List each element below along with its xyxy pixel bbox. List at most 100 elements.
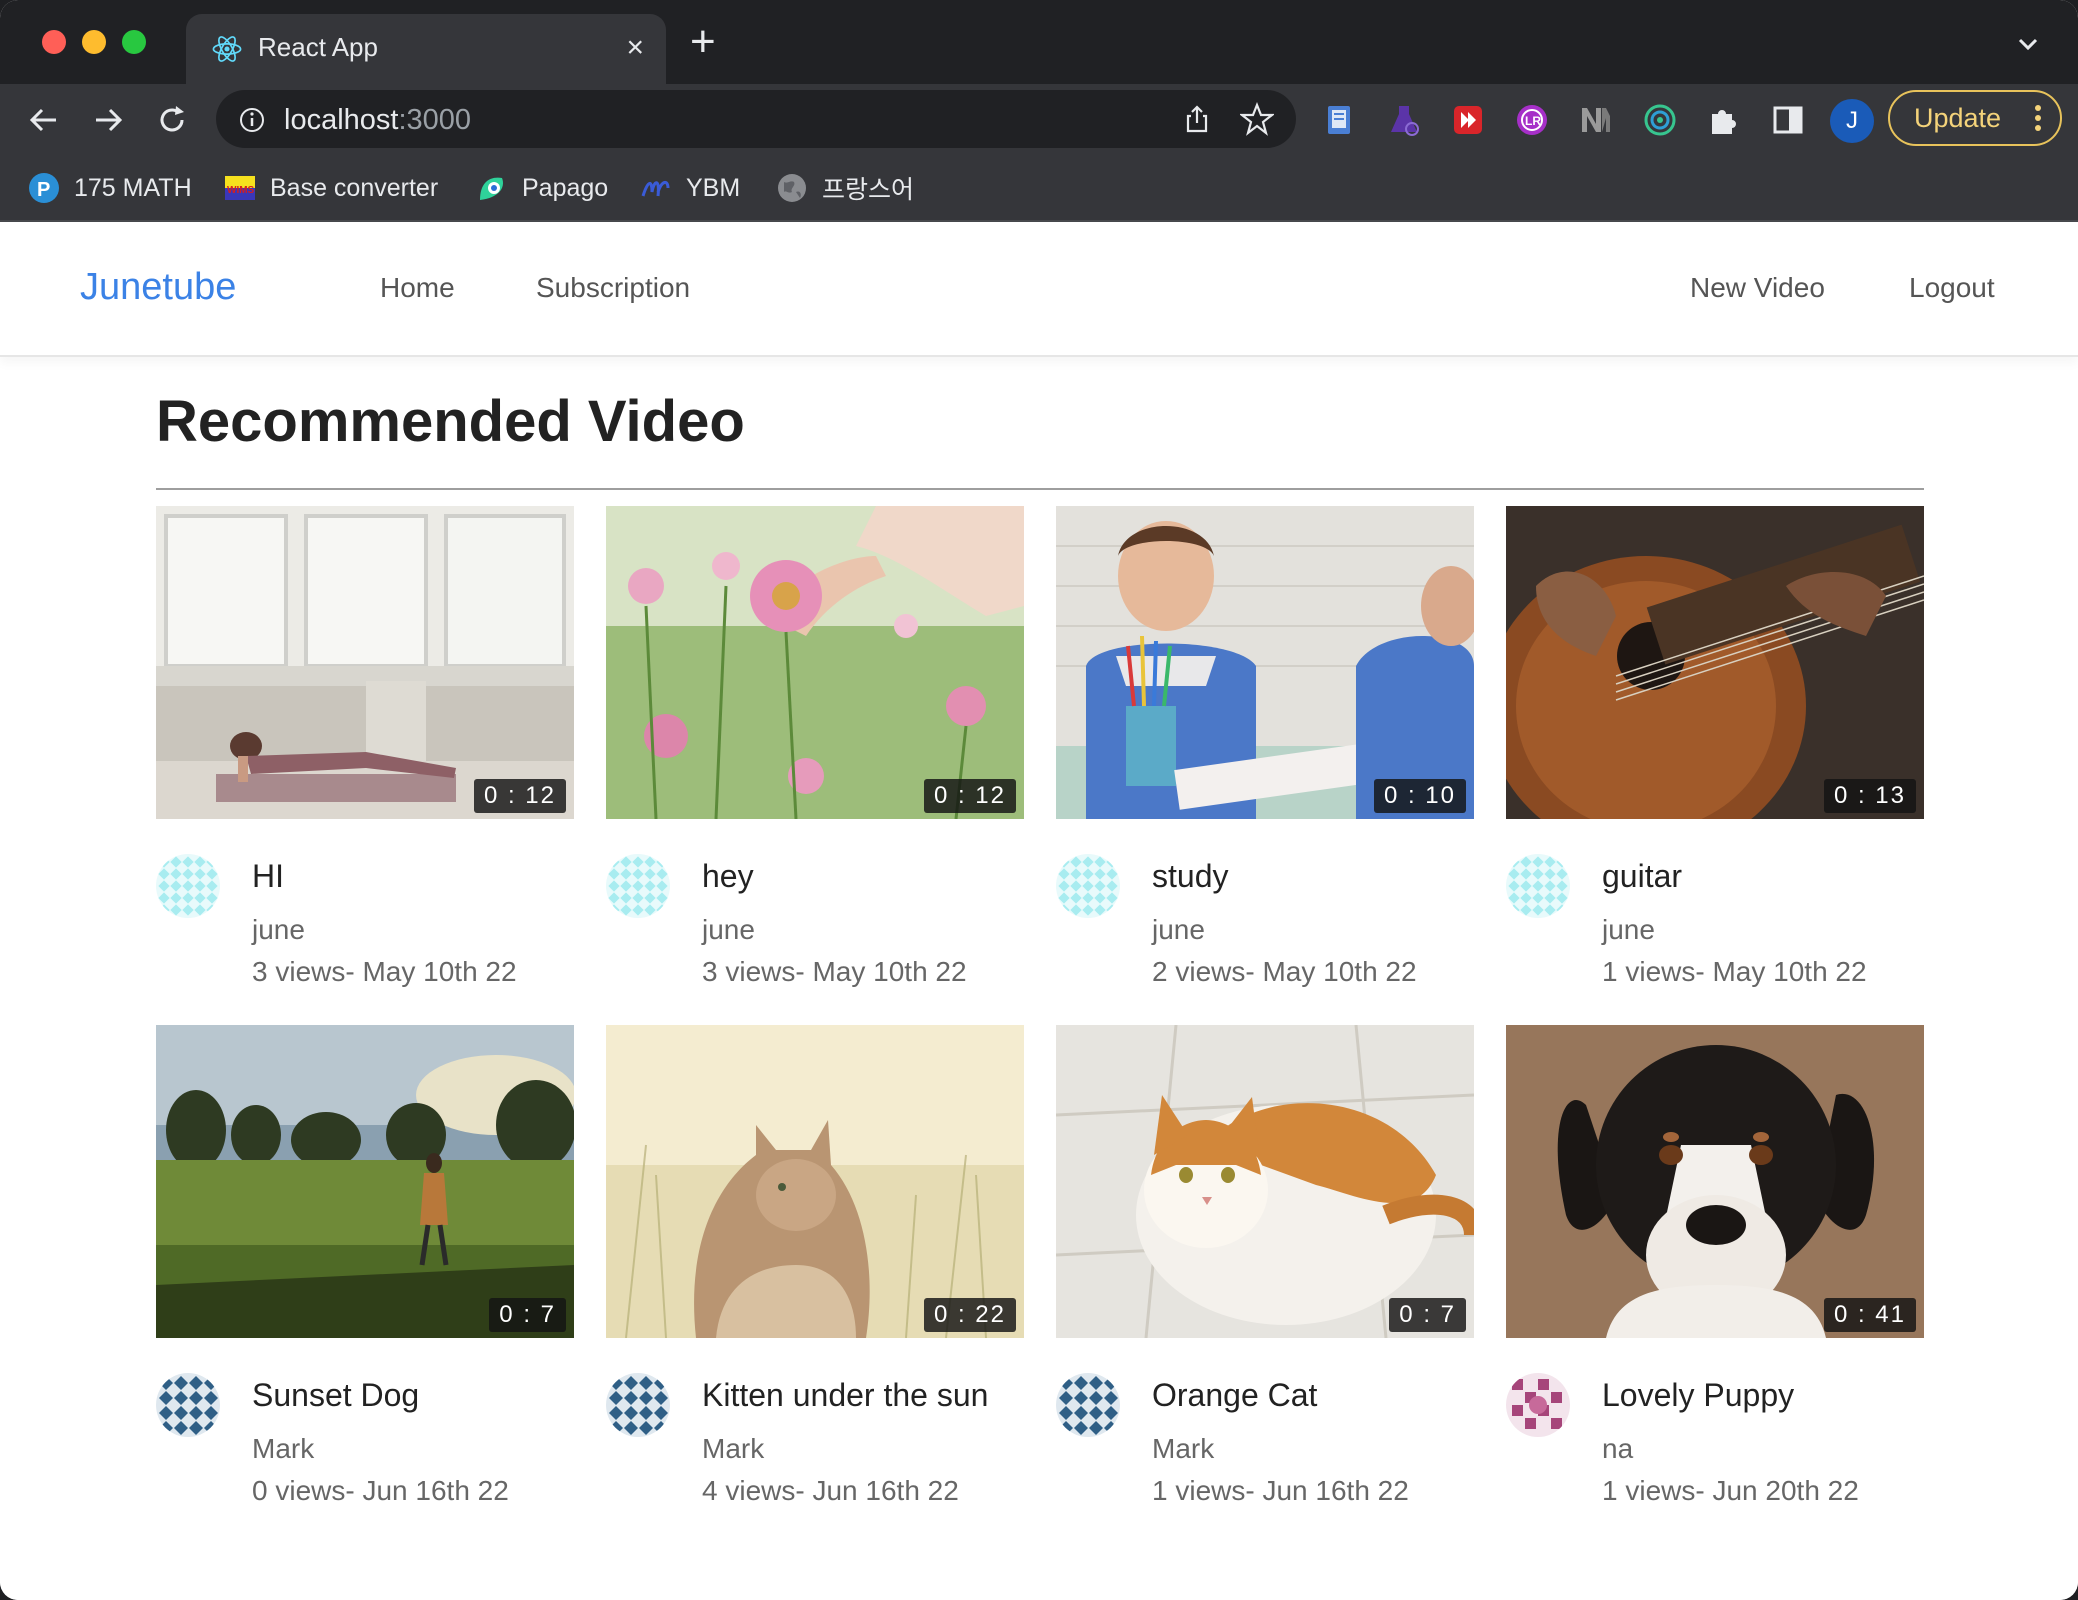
pearson-icon: P (29, 173, 59, 203)
svg-text:WIMS: WIMS (227, 185, 255, 196)
brand-logo[interactable]: Junetube (80, 266, 236, 309)
share-icon[interactable] (1182, 104, 1212, 134)
reader-extension-icon[interactable] (1322, 102, 1358, 138)
video-meta: 1 views- Jun 16th 22 (1152, 1475, 1409, 1507)
video-title[interactable]: HI (252, 858, 284, 895)
video-author[interactable]: june (702, 914, 755, 946)
video-views: 1 views (1602, 956, 1696, 987)
video-title[interactable]: hey (702, 858, 754, 895)
close-window-button[interactable] (42, 30, 66, 54)
redirect-extension-icon[interactable] (1450, 102, 1486, 138)
video-author[interactable]: na (1602, 1433, 1633, 1465)
video-title[interactable]: Kitten under the sun (702, 1377, 988, 1414)
author-avatar[interactable] (1056, 1373, 1120, 1437)
tab-close-icon[interactable]: × (626, 28, 644, 68)
update-button[interactable]: Update (1888, 90, 2062, 146)
duration-badge: 0 : 41 (1823, 1298, 1916, 1332)
video-card[interactable]: 0 : 12 HI june 3 views- May 10th 22 (156, 506, 574, 1006)
bookmark-french[interactable]: 프랑스어 (776, 168, 914, 208)
video-card[interactable]: 0 : 10 study june 2 views- May 10th 22 (1056, 506, 1474, 1006)
bookmark-papago[interactable]: Papago (476, 168, 608, 208)
video-meta: 4 views- Jun 16th 22 (702, 1475, 959, 1507)
nav-home[interactable]: Home (380, 272, 455, 304)
video-meta: 1 views- Jun 20th 22 (1602, 1475, 1859, 1507)
bookmark-label: YBM (686, 173, 741, 202)
video-card[interactable]: 0 : 7 Orange Cat Mark 1 views- Jun 16th 22 (1056, 1025, 1474, 1525)
browser-toolbar: localhost:3000 LR J Update (0, 84, 2078, 156)
video-author[interactable]: Mark (702, 1433, 764, 1465)
video-author[interactable]: june (252, 914, 305, 946)
video-thumbnail[interactable]: 0 : 12 (156, 506, 574, 819)
nav-subscription[interactable]: Subscription (536, 272, 690, 304)
puzzle-extensions-icon[interactable] (1706, 102, 1742, 138)
video-card[interactable]: 0 : 22 Kitten under the sun Mark 4 views- J… (606, 1025, 1024, 1525)
author-avatar[interactable] (156, 1373, 220, 1437)
video-thumbnail[interactable]: 0 : 13 (1506, 506, 1924, 819)
video-thumbnail[interactable]: 0 : 10 (1056, 506, 1474, 819)
target-extension-icon[interactable] (1642, 102, 1678, 138)
video-author[interactable]: Mark (252, 1433, 314, 1465)
nav-logout[interactable]: Logout (1909, 272, 1995, 304)
bookmark-star-icon[interactable] (1240, 102, 1274, 136)
bookmark-label: Base converter (270, 173, 439, 202)
flask-extension-icon[interactable] (1386, 102, 1422, 138)
nav-new-video[interactable]: New Video (1690, 272, 1825, 304)
video-date: - Jun 16th 22 (1245, 1475, 1409, 1506)
author-avatar[interactable] (1506, 854, 1570, 918)
video-card[interactable]: 0 : 13 guitar june 1 views- May 10th 22 (1506, 506, 1924, 1006)
video-author[interactable]: june (1152, 914, 1205, 946)
bookmarks-bar: P 175 MATH WIMS Base converter Papago YB… (0, 156, 2078, 222)
tab-strip: React App × + (0, 0, 2078, 84)
profile-avatar[interactable]: J (1830, 99, 1874, 143)
info-icon[interactable] (238, 106, 266, 134)
video-title[interactable]: Lovely Puppy (1602, 1377, 1794, 1414)
maximize-window-button[interactable] (122, 30, 146, 54)
video-views: 1 views (1602, 1475, 1696, 1506)
author-avatar[interactable] (606, 1373, 670, 1437)
notion-extension-icon[interactable] (1578, 102, 1614, 138)
video-title[interactable]: Sunset Dog (252, 1377, 419, 1414)
video-views: 0 views (252, 1475, 346, 1506)
video-card[interactable]: 0 : 7 Sunset Dog Mark 0 views- Jun 16th 22 (156, 1025, 574, 1525)
video-meta: 1 views- May 10th 22 (1602, 956, 1867, 988)
video-views: 3 views (252, 956, 346, 987)
author-avatar[interactable] (1056, 854, 1120, 918)
url-text: localhost:3000 (284, 104, 471, 137)
bookmark-ybm[interactable]: YBM (640, 168, 740, 208)
video-thumbnail[interactable]: 0 : 22 (606, 1025, 1024, 1338)
video-thumbnail[interactable]: 0 : 7 (156, 1025, 574, 1338)
duration-badge: 0 : 7 (489, 1298, 566, 1332)
bookmark-175-math[interactable]: P 175 MATH (28, 168, 192, 208)
thumbnail-image (156, 506, 574, 819)
video-card[interactable]: 0 : 12 hey june 3 views- May 10th 22 (606, 506, 1024, 1006)
tab-title: React App (258, 32, 378, 62)
video-thumbnail[interactable]: 0 : 12 (606, 506, 1024, 819)
chevron-down-icon[interactable] (2014, 30, 2042, 58)
address-bar[interactable]: localhost:3000 (216, 90, 1296, 148)
author-avatar[interactable] (1506, 1373, 1570, 1437)
video-title[interactable]: guitar (1602, 858, 1682, 895)
video-author[interactable]: Mark (1152, 1433, 1214, 1465)
papago-icon (480, 177, 504, 200)
bookmark-label: Papago (522, 173, 609, 202)
author-avatar[interactable] (606, 854, 670, 918)
minimize-window-button[interactable] (82, 30, 106, 54)
duration-badge: 0 : 13 (1823, 779, 1916, 813)
video-author[interactable]: june (1602, 914, 1655, 946)
back-arrow-icon[interactable] (26, 102, 62, 138)
author-avatar[interactable] (156, 854, 220, 918)
thumbnail-image (1506, 506, 1924, 819)
video-title[interactable]: Orange Cat (1152, 1377, 1317, 1414)
lr-extension-icon[interactable]: LR (1514, 102, 1550, 138)
forward-arrow-icon[interactable] (90, 102, 126, 138)
browser-tab[interactable]: React App × (186, 14, 666, 84)
bookmark-base-converter[interactable]: WIMS Base converter (224, 168, 438, 208)
new-tab-button[interactable]: + (690, 20, 716, 64)
reload-icon[interactable] (154, 102, 190, 138)
video-thumbnail[interactable]: 0 : 41 (1506, 1025, 1924, 1338)
more-vertical-icon[interactable] (2034, 104, 2042, 132)
video-thumbnail[interactable]: 0 : 7 (1056, 1025, 1474, 1338)
video-title[interactable]: study (1152, 858, 1228, 895)
video-card[interactable]: 0 : 41 Lovely Puppy na 1 views- Jun 20th 22 (1506, 1025, 1924, 1525)
side-panel-icon[interactable] (1770, 102, 1806, 138)
